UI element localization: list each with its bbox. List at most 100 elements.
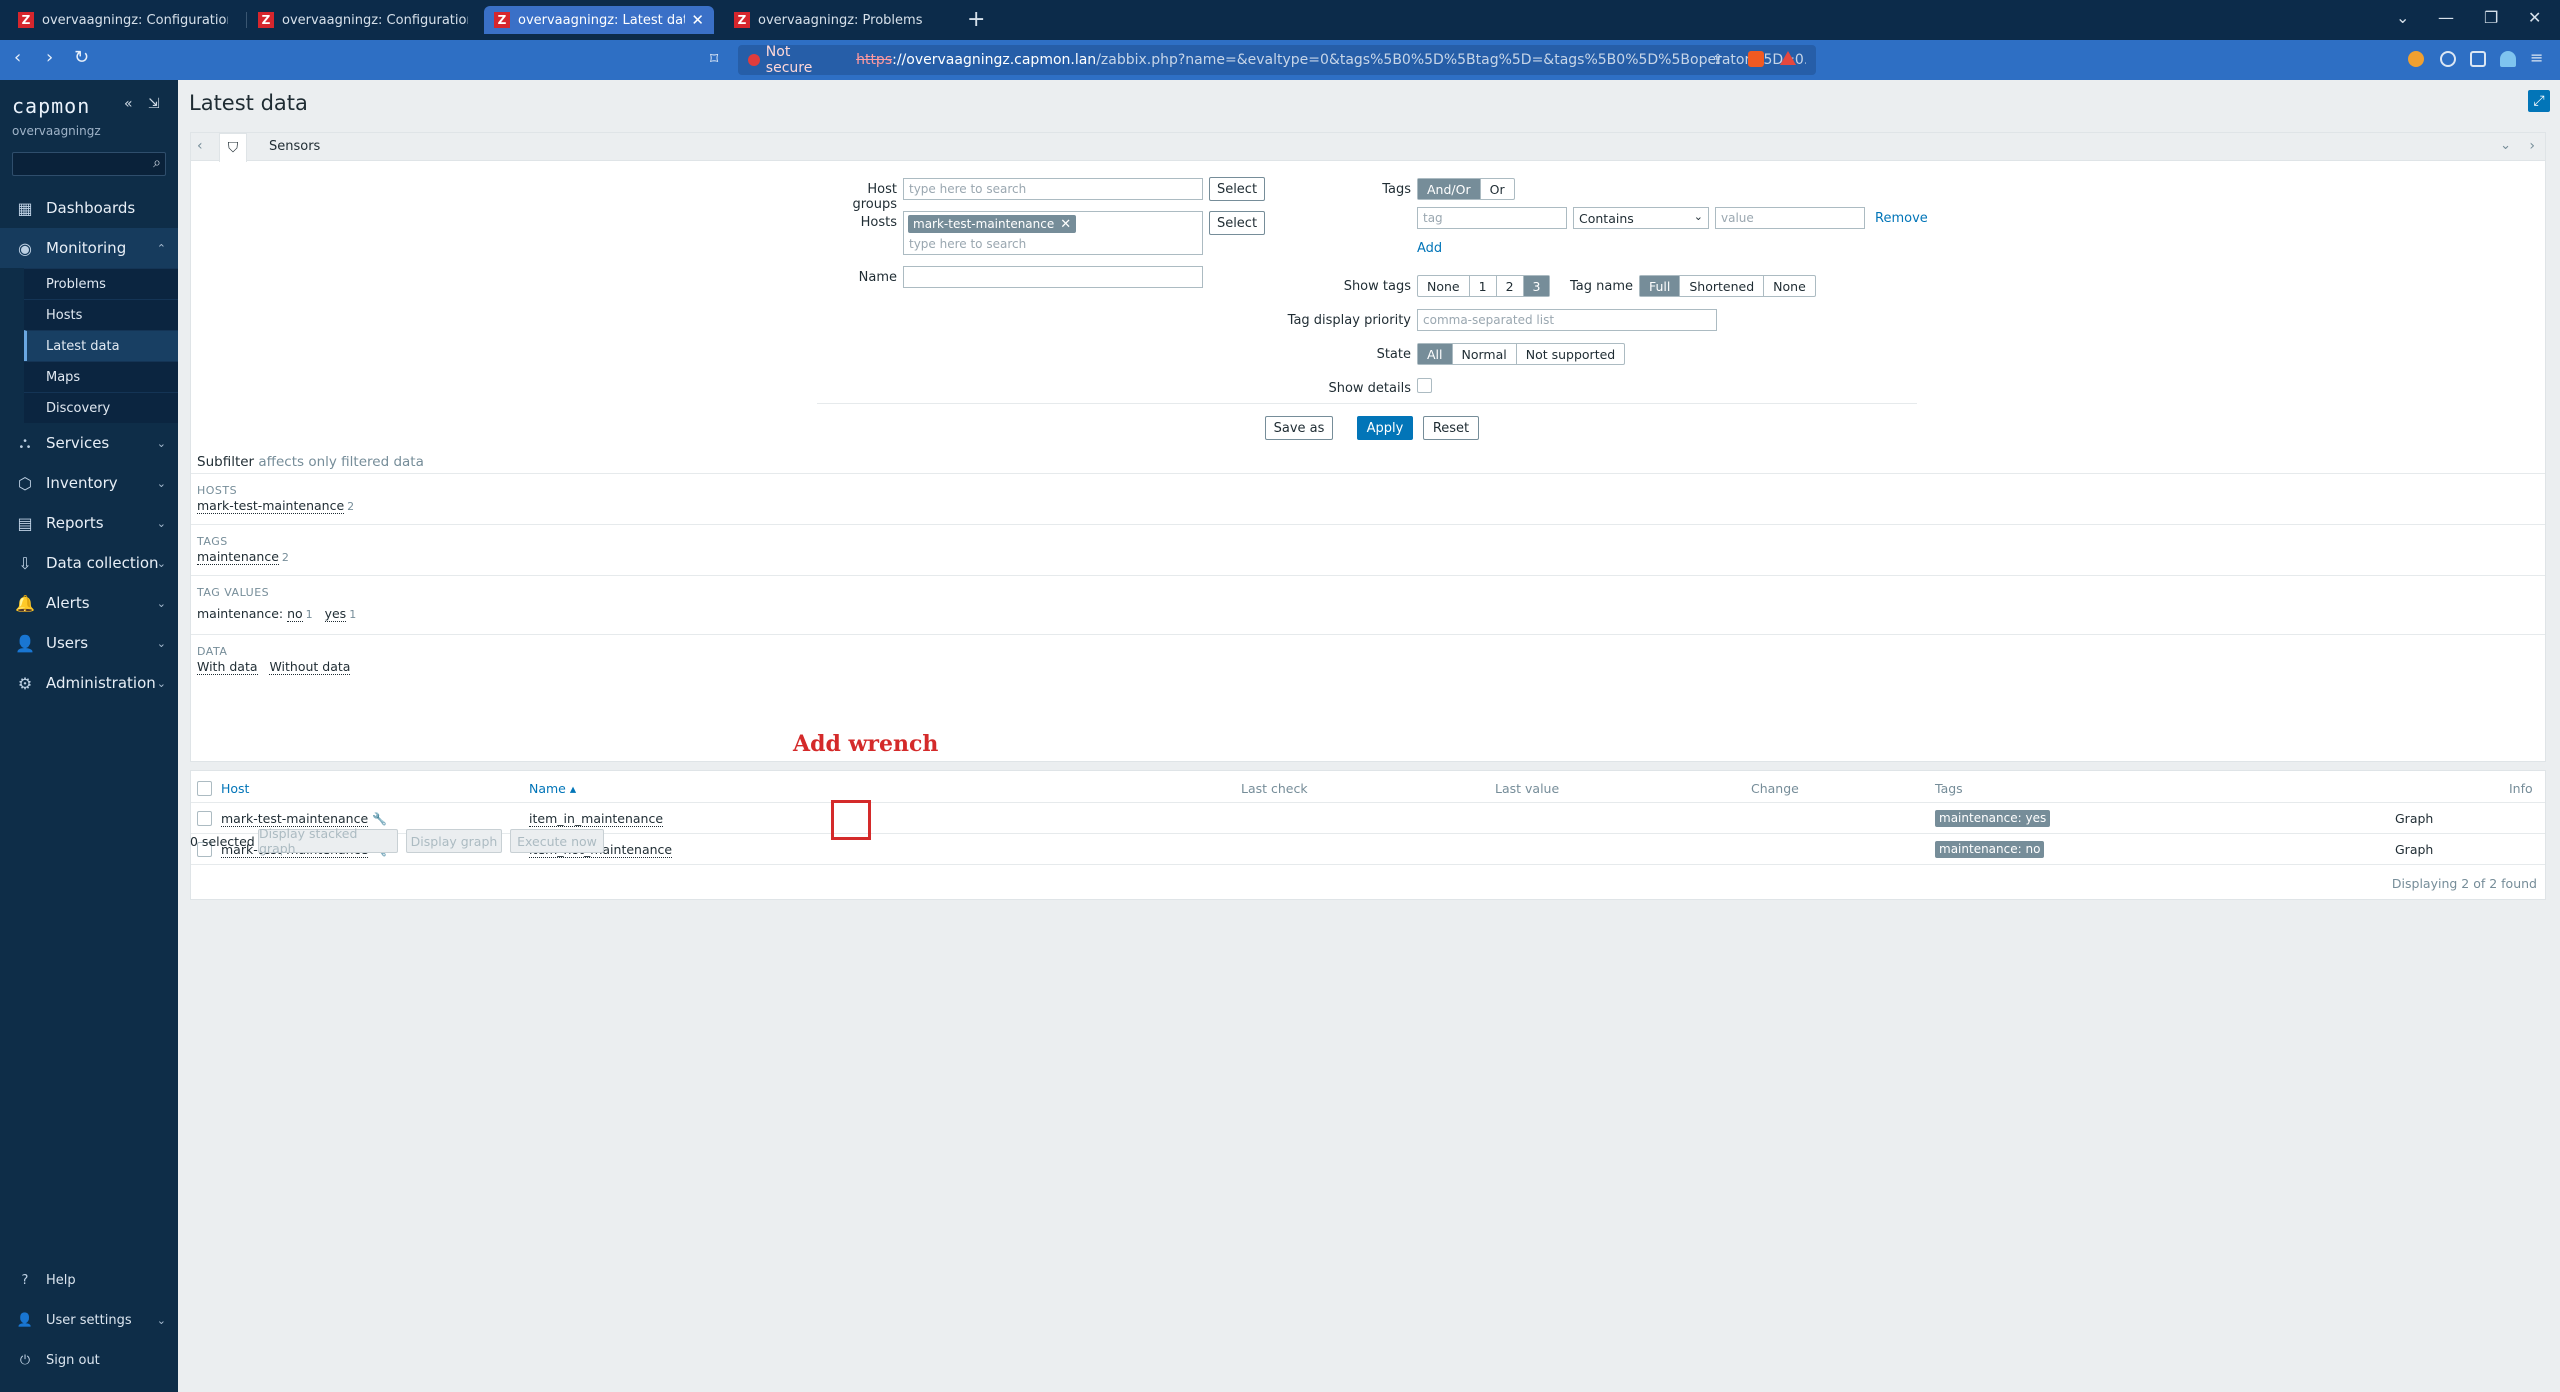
- reset-button[interactable]: Reset: [1423, 416, 1479, 440]
- evaltype-and-or[interactable]: And/Or: [1418, 179, 1481, 199]
- show-details-checkbox[interactable]: [1417, 378, 1432, 393]
- sidebar-item-problems[interactable]: Problems: [24, 268, 178, 299]
- forward-icon[interactable]: ›: [46, 47, 53, 68]
- chevron-down-icon[interactable]: ⌄: [2500, 138, 2511, 153]
- tags-evaltype-toggle[interactable]: And/Or Or: [1417, 178, 1515, 200]
- name-input[interactable]: [903, 266, 1203, 288]
- host-groups-input[interactable]: type here to search: [903, 178, 1203, 200]
- subfilter-host-link[interactable]: mark-test-maintenance: [197, 498, 345, 514]
- subfilter-without-data[interactable]: Without data: [269, 659, 351, 675]
- tag-name-shortened[interactable]: Shortened: [1680, 276, 1765, 296]
- display-graph-button[interactable]: Display graph: [406, 829, 502, 853]
- tag-priority-input[interactable]: comma-separated list: [1417, 309, 1717, 331]
- sidebar-item-data-collection[interactable]: ⇩ Data collection ⌄: [0, 543, 178, 583]
- show-tags-3[interactable]: 3: [1523, 276, 1550, 296]
- address-bar[interactable]: Not secure https://overvaagningz.capmon.…: [738, 44, 1816, 76]
- browser-tab[interactable]: Z overvaagningz: Configuration of ite: [8, 6, 238, 34]
- sidebar-item-reports[interactable]: ▤ Reports ⌄: [0, 503, 178, 543]
- collapse-sidebar-icon[interactable]: «: [124, 96, 133, 112]
- vpn-icon[interactable]: [2500, 51, 2516, 67]
- select-all-checkbox[interactable]: [197, 781, 212, 796]
- sidebar-item-help[interactable]: ? Help: [0, 1262, 178, 1298]
- graph-link[interactable]: Graph: [2395, 842, 2433, 857]
- chevron-right-icon[interactable]: ›: [2529, 138, 2535, 154]
- tag-input[interactable]: tag: [1417, 207, 1567, 229]
- column-name[interactable]: Name ▴: [529, 781, 576, 796]
- tag-value-input[interactable]: value: [1715, 207, 1865, 229]
- sidebar-search-input[interactable]: ⌕: [12, 152, 166, 176]
- tag-name-none[interactable]: None: [1764, 276, 1815, 296]
- show-tags-toggle[interactable]: None 1 2 3: [1417, 275, 1551, 297]
- subfilter-with-data[interactable]: With data: [197, 659, 258, 675]
- hosts-multiselect[interactable]: mark-test-maintenance ✕ type here to sear…: [903, 211, 1203, 255]
- extension-icon[interactable]: [2408, 51, 2424, 67]
- sidebar-item-sign-out[interactable]: ⏻ Sign out: [0, 1342, 178, 1378]
- host-groups-select-button[interactable]: Select: [1209, 177, 1265, 201]
- close-icon[interactable]: ✕: [691, 11, 704, 29]
- tag-name-toggle[interactable]: Full Shortened None: [1639, 275, 1816, 297]
- sidebar-item-alerts[interactable]: 🔔 Alerts ⌄: [0, 583, 178, 623]
- apply-button[interactable]: Apply: [1357, 416, 1413, 440]
- brave-shield-icon[interactable]: [1748, 51, 1764, 67]
- state-normal[interactable]: Normal: [1453, 344, 1517, 364]
- sidebar-item-latest-data[interactable]: Latest data: [24, 330, 178, 361]
- save-as-button[interactable]: Save as: [1265, 416, 1333, 440]
- menu-icon[interactable]: ≡: [2530, 48, 2546, 67]
- tag-badge[interactable]: maintenance: yes: [1935, 810, 2051, 827]
- show-tags-2[interactable]: 2: [1497, 276, 1524, 296]
- sidebar-item-user-settings[interactable]: 👤 User settings ⌄: [0, 1302, 178, 1338]
- tag-name-full[interactable]: Full: [1640, 276, 1681, 296]
- kiosk-mode-button[interactable]: ⤢: [2528, 90, 2550, 112]
- host-link[interactable]: mark-test-maintenance: [221, 811, 369, 827]
- browser-tab[interactable]: Z overvaagningz: Configuration of trig: [248, 6, 478, 34]
- tab-sensors[interactable]: Sensors: [269, 139, 320, 154]
- subfilter-tag-value-yes[interactable]: yes: [324, 606, 347, 622]
- tag-operator-select[interactable]: Contains ⌄: [1573, 207, 1709, 229]
- sidebar-toggle-icon[interactable]: [2470, 51, 2486, 67]
- hide-sidebar-icon[interactable]: ⇲: [148, 96, 160, 112]
- back-icon[interactable]: ‹: [14, 47, 21, 68]
- state-all[interactable]: All: [1418, 344, 1453, 364]
- subfilter-tag-link[interactable]: maintenance: [197, 549, 279, 565]
- subfilter-tag-value-no[interactable]: no: [287, 606, 303, 622]
- browser-tab-active[interactable]: Z overvaagningz: Latest data ✕: [484, 6, 714, 34]
- sidebar-item-users[interactable]: 👤 Users ⌄: [0, 623, 178, 663]
- execute-now-button[interactable]: Execute now: [510, 829, 604, 853]
- remove-chip-icon[interactable]: ✕: [1060, 217, 1071, 232]
- minimize-icon[interactable]: —: [2438, 8, 2454, 27]
- share-icon[interactable]: ⇪: [1712, 52, 1728, 68]
- search-icon[interactable]: ⌕: [153, 155, 161, 171]
- browser-tab[interactable]: Z overvaagningz: Problems: [724, 6, 954, 34]
- sidebar-item-administration[interactable]: ⚙ Administration ⌄: [0, 663, 178, 703]
- item-name-link[interactable]: item_in_maintenance: [529, 811, 664, 827]
- reload-icon[interactable]: ↻: [74, 47, 89, 68]
- row-checkbox[interactable]: [197, 811, 212, 826]
- hosts-search-placeholder[interactable]: type here to search: [909, 237, 1026, 251]
- not-secure-badge[interactable]: Not secure: [748, 44, 840, 76]
- sidebar-item-discovery[interactable]: Discovery: [24, 392, 178, 423]
- show-tags-1[interactable]: 1: [1470, 276, 1497, 296]
- tag-badge[interactable]: maintenance: no: [1935, 841, 2045, 858]
- sidebar-item-inventory[interactable]: ⬡ Inventory ⌄: [0, 463, 178, 503]
- sidebar-item-dashboards[interactable]: ▦ Dashboards: [0, 188, 178, 228]
- sidebar-item-maps[interactable]: Maps: [24, 361, 178, 392]
- close-window-icon[interactable]: ✕: [2528, 8, 2541, 27]
- remove-tag-link[interactable]: Remove: [1875, 211, 1928, 226]
- column-host[interactable]: Host: [221, 781, 249, 796]
- new-tab-button[interactable]: +: [967, 6, 985, 34]
- show-tags-none[interactable]: None: [1418, 276, 1470, 296]
- brave-rewards-icon[interactable]: [1780, 51, 1796, 65]
- chevron-left-icon[interactable]: ‹: [197, 138, 203, 154]
- display-stacked-graph-button[interactable]: Display stacked graph: [258, 826, 398, 856]
- state-toggle[interactable]: All Normal Not supported: [1417, 343, 1626, 365]
- graph-link[interactable]: Graph: [2395, 811, 2433, 826]
- state-not-supported[interactable]: Not supported: [1517, 344, 1625, 364]
- sidebar-item-hosts[interactable]: Hosts: [24, 299, 178, 330]
- sidebar-item-monitoring[interactable]: ◉ Monitoring ⌃: [0, 228, 178, 268]
- wallet-icon[interactable]: [2440, 51, 2456, 67]
- sidebar-item-services[interactable]: ⛬ Services ⌄: [0, 423, 178, 463]
- tab-search-icon[interactable]: ⌄: [2396, 8, 2409, 27]
- filter-tab[interactable]: ⛉: [219, 133, 247, 162]
- restore-icon[interactable]: ❐: [2484, 8, 2498, 27]
- add-tag-link[interactable]: Add: [1417, 241, 1442, 256]
